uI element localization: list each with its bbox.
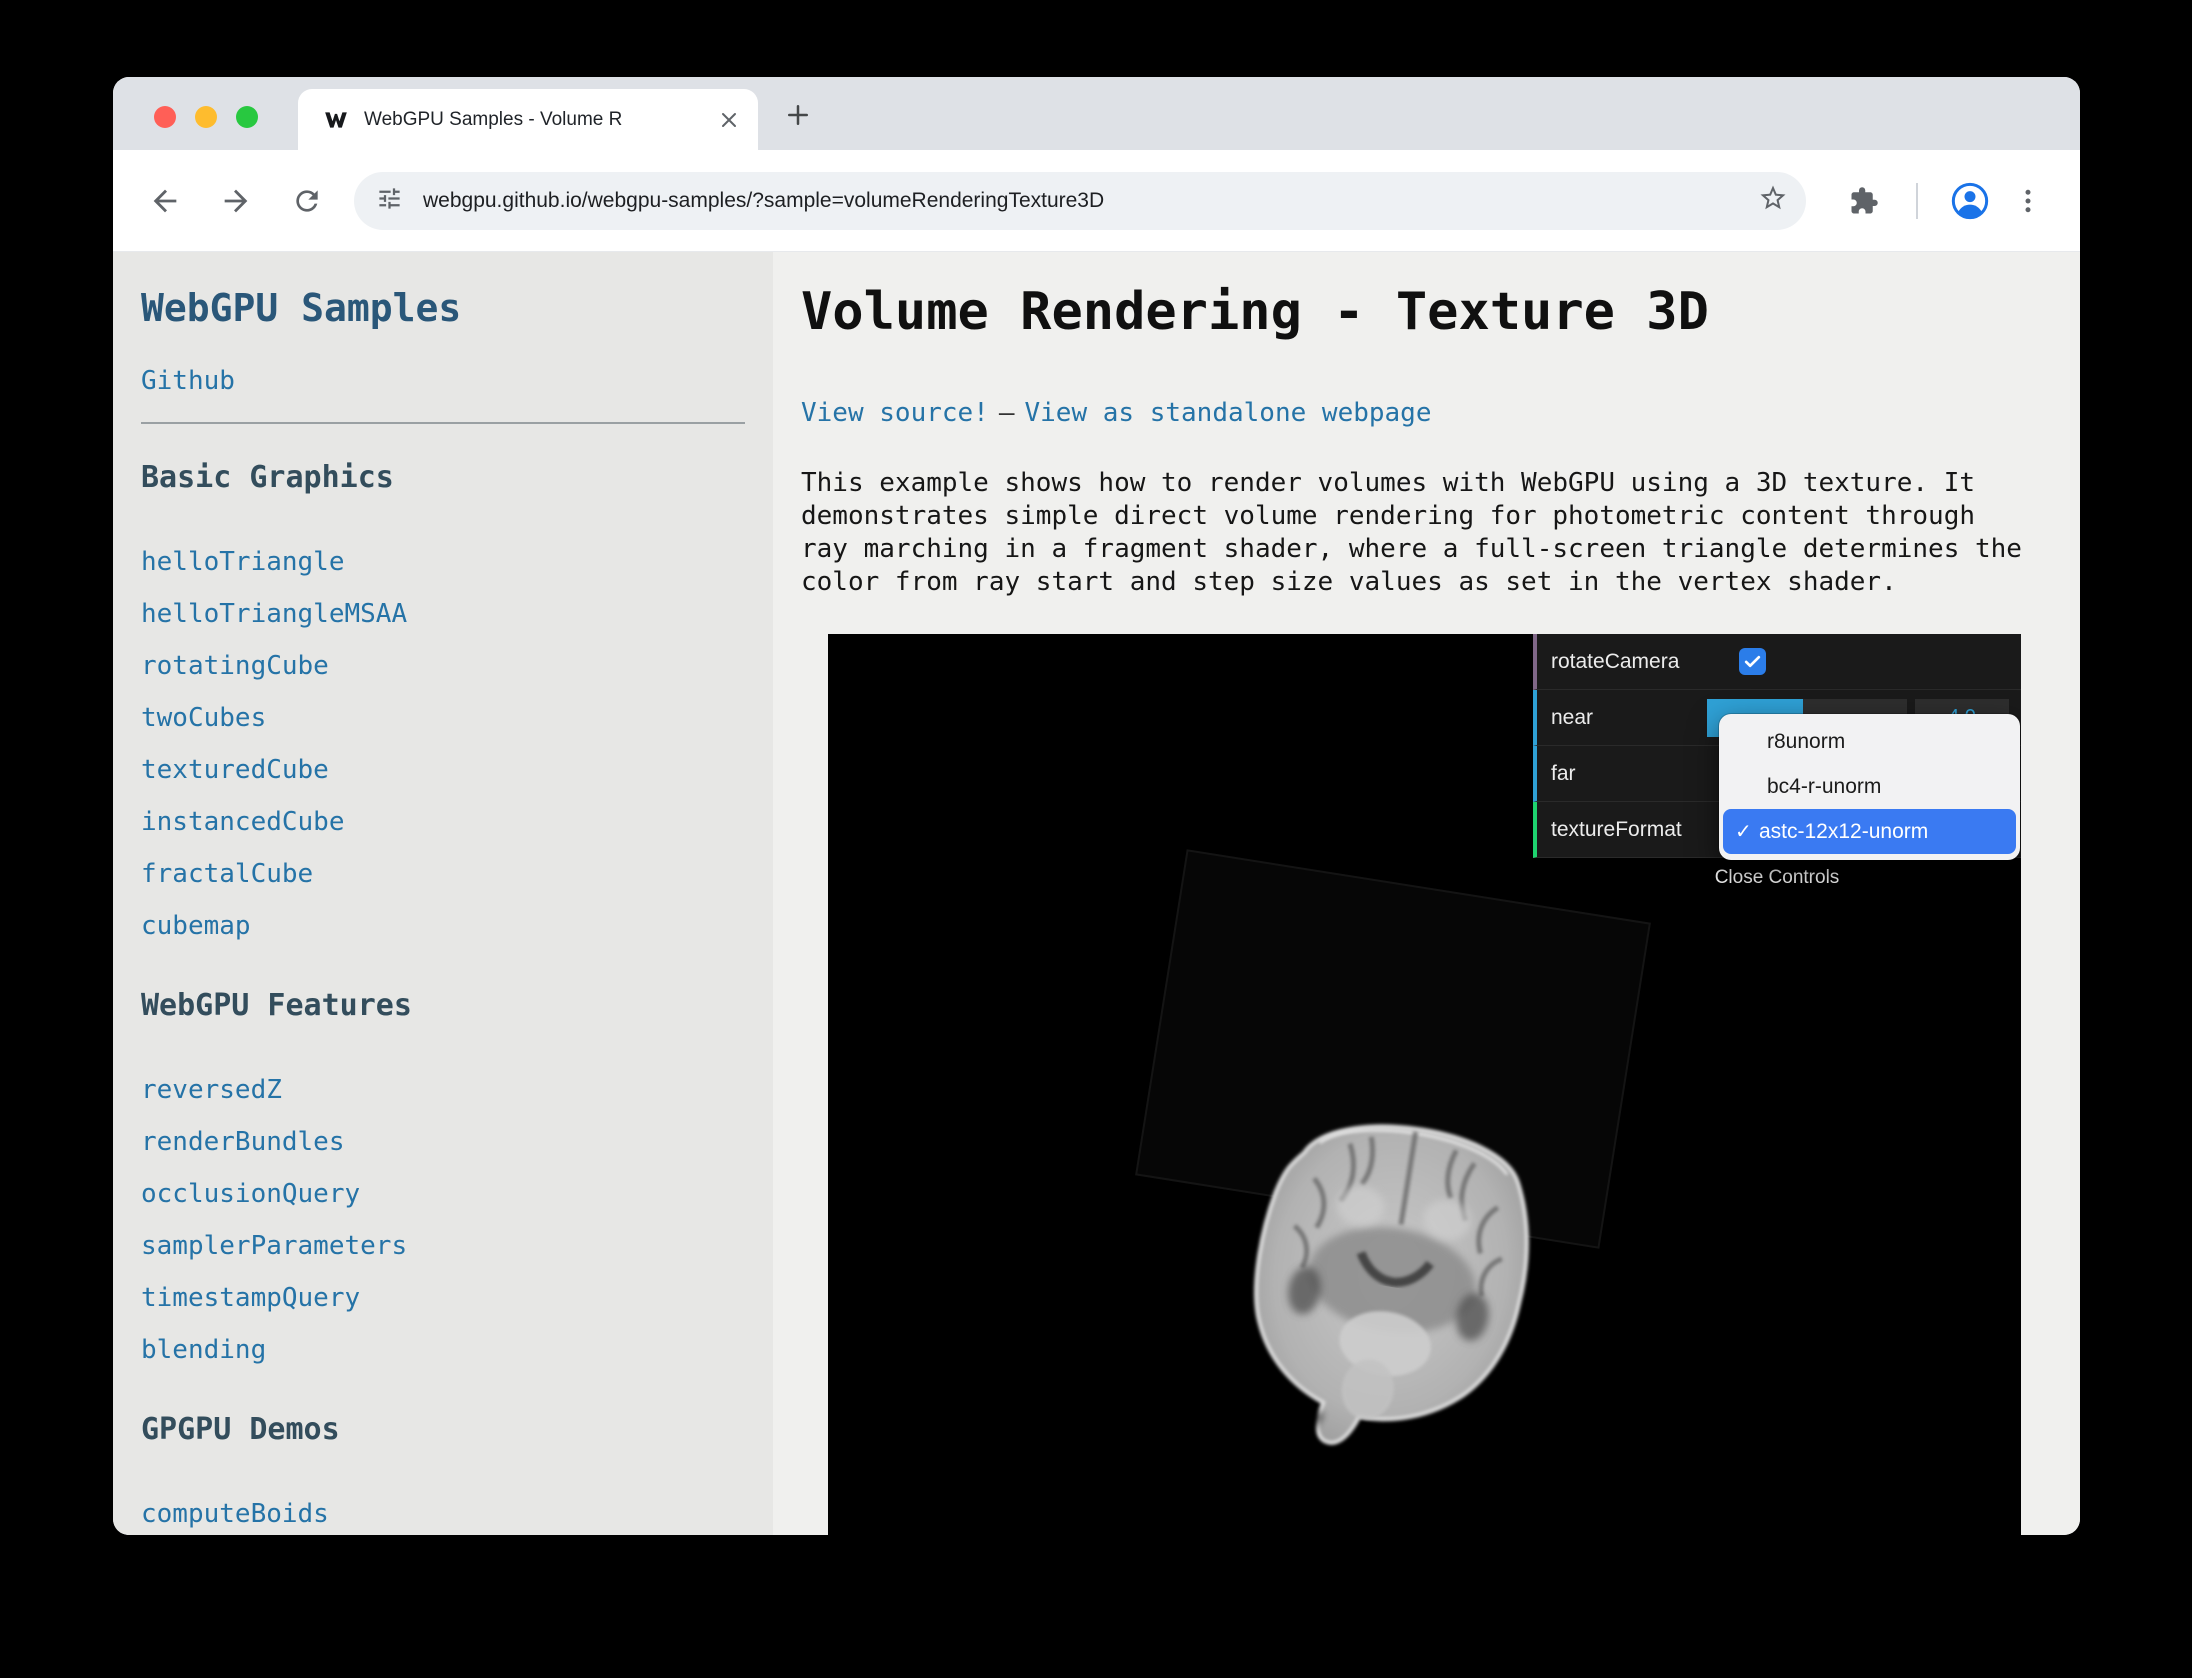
close-controls-button[interactable]: Close Controls xyxy=(1533,858,2021,898)
section-heading-basic-graphics: Basic Graphics xyxy=(141,460,745,496)
profile-avatar-icon[interactable] xyxy=(1948,179,1992,223)
list-item: cubemap xyxy=(141,900,745,952)
new-tab-button[interactable] xyxy=(781,98,815,132)
browser-menu-icon[interactable] xyxy=(2006,179,2050,223)
reload-button[interactable] xyxy=(283,177,331,225)
sidebar-link-reversedZ[interactable]: reversedZ xyxy=(141,1075,282,1105)
sample-description: This example shows how to render volumes… xyxy=(801,467,2027,599)
sidebar-link-helloTriangleMSAA[interactable]: helloTriangleMSAA xyxy=(141,599,407,629)
sidebar-link-occlusionQuery[interactable]: occlusionQuery xyxy=(141,1179,360,1209)
gui-label-far: far xyxy=(1537,762,1707,786)
webgpu-canvas[interactable]: rotateCamera near 4.0 far textur xyxy=(828,634,2021,1535)
tab-title: WebGPU Samples - Volume R xyxy=(364,108,714,132)
list-item: texturedCube xyxy=(141,744,745,796)
sidebar-list-gpgpu-demos: computeBoids xyxy=(141,1488,745,1535)
texture-format-dropdown: r8unorm bc4-r-unorm ✓ astc-12x12-unorm xyxy=(1719,714,2020,860)
sidebar-title: WebGPU Samples xyxy=(141,286,745,330)
sidebar-link-twoCubes[interactable]: twoCubes xyxy=(141,703,266,733)
browser-toolbar: webgpu.github.io/webgpu-samples/?sample=… xyxy=(113,150,2080,252)
list-item: helloTriangleMSAA xyxy=(141,588,745,640)
browser-window: WebGPU Samples - Volume R webgpu.github.… xyxy=(113,77,2080,1535)
page-content: WebGPU Samples Github Basic Graphics hel… xyxy=(113,252,2080,1535)
dropdown-selected-label: astc-12x12-unorm xyxy=(1759,820,1928,844)
page-title: Volume Rendering - Texture 3D xyxy=(801,282,2080,342)
view-source-link[interactable]: View source! xyxy=(801,398,989,428)
bookmark-star-icon[interactable] xyxy=(1758,183,1788,218)
dropdown-option-astc-12x12-unorm[interactable]: ✓ astc-12x12-unorm xyxy=(1723,809,2016,854)
mri-brain-render xyxy=(1190,1072,1596,1478)
gui-label-texture-format: textureFormat xyxy=(1537,818,1707,842)
sidebar-link-instancedCube[interactable]: instancedCube xyxy=(141,807,345,837)
sidebar-list-basic-graphics: helloTriangle helloTriangleMSAA rotating… xyxy=(141,536,745,952)
gui-label-rotate-camera: rotateCamera xyxy=(1537,650,1707,674)
checkmark-icon: ✓ xyxy=(1735,819,1759,844)
sidebar-link-timestampQuery[interactable]: timestampQuery xyxy=(141,1283,360,1313)
rotate-camera-checkbox[interactable] xyxy=(1739,648,1766,675)
list-item: blending xyxy=(141,1324,745,1376)
section-heading-gpgpu-demos: GPGPU Demos xyxy=(141,1412,745,1448)
url-bar[interactable]: webgpu.github.io/webgpu-samples/?sample=… xyxy=(354,172,1806,230)
list-item: instancedCube xyxy=(141,796,745,848)
sidebar-link-texturedCube[interactable]: texturedCube xyxy=(141,755,329,785)
sidebar-link-fractalCube[interactable]: fractalCube xyxy=(141,859,313,889)
list-item: rotatingCube xyxy=(141,640,745,692)
close-window-button[interactable] xyxy=(154,106,176,128)
list-item: occlusionQuery xyxy=(141,1168,745,1220)
sidebar-link-samplerParameters[interactable]: samplerParameters xyxy=(141,1231,407,1261)
forward-button[interactable] xyxy=(212,177,260,225)
browser-tab[interactable]: WebGPU Samples - Volume R xyxy=(298,89,758,150)
sidebar-link-rotatingCube[interactable]: rotatingCube xyxy=(141,651,329,681)
webgpu-favicon-icon xyxy=(322,106,350,134)
sidebar-list-webgpu-features: reversedZ renderBundles occlusionQuery s… xyxy=(141,1064,745,1376)
list-item: computeBoids xyxy=(141,1488,745,1535)
dropdown-option-r8unorm[interactable]: r8unorm xyxy=(1723,719,2016,764)
list-item: samplerParameters xyxy=(141,1220,745,1272)
list-item: helloTriangle xyxy=(141,536,745,588)
back-button[interactable] xyxy=(141,177,189,225)
toolbar-divider xyxy=(1916,183,1918,219)
sidebar-divider xyxy=(141,422,745,424)
sidebar-link-cubemap[interactable]: cubemap xyxy=(141,911,251,941)
sidebar-link-computeBoids[interactable]: computeBoids xyxy=(141,1499,329,1529)
list-item: fractalCube xyxy=(141,848,745,900)
tab-strip: WebGPU Samples - Volume R xyxy=(113,77,2080,150)
link-separator: — xyxy=(999,398,1015,428)
minimize-window-button[interactable] xyxy=(195,106,217,128)
list-item: timestampQuery xyxy=(141,1272,745,1324)
gui-label-near: near xyxy=(1537,706,1707,730)
sidebar: WebGPU Samples Github Basic Graphics hel… xyxy=(113,252,773,1535)
url-text: webgpu.github.io/webgpu-samples/?sample=… xyxy=(423,189,1758,213)
github-link[interactable]: Github xyxy=(141,366,235,396)
main-content: Volume Rendering - Texture 3D View sourc… xyxy=(773,252,2080,1535)
sidebar-link-renderBundles[interactable]: renderBundles xyxy=(141,1127,345,1157)
section-heading-webgpu-features: WebGPU Features xyxy=(141,988,745,1024)
list-item: twoCubes xyxy=(141,692,745,744)
extensions-icon[interactable] xyxy=(1842,179,1886,223)
standalone-webpage-link[interactable]: View as standalone webpage xyxy=(1025,398,1432,428)
zoom-window-button[interactable] xyxy=(236,106,258,128)
window-controls xyxy=(154,106,258,128)
sidebar-link-helloTriangle[interactable]: helloTriangle xyxy=(141,547,345,577)
sidebar-link-blending[interactable]: blending xyxy=(141,1335,266,1365)
list-item: reversedZ xyxy=(141,1064,745,1116)
tab-close-icon[interactable] xyxy=(714,105,744,135)
gui-row-rotate-camera: rotateCamera xyxy=(1533,634,2021,690)
sample-links: View source! — View as standalone webpage xyxy=(801,398,2080,429)
site-settings-icon[interactable] xyxy=(376,185,403,217)
dropdown-option-bc4-r-unorm[interactable]: bc4-r-unorm xyxy=(1723,764,2016,809)
list-item: renderBundles xyxy=(141,1116,745,1168)
